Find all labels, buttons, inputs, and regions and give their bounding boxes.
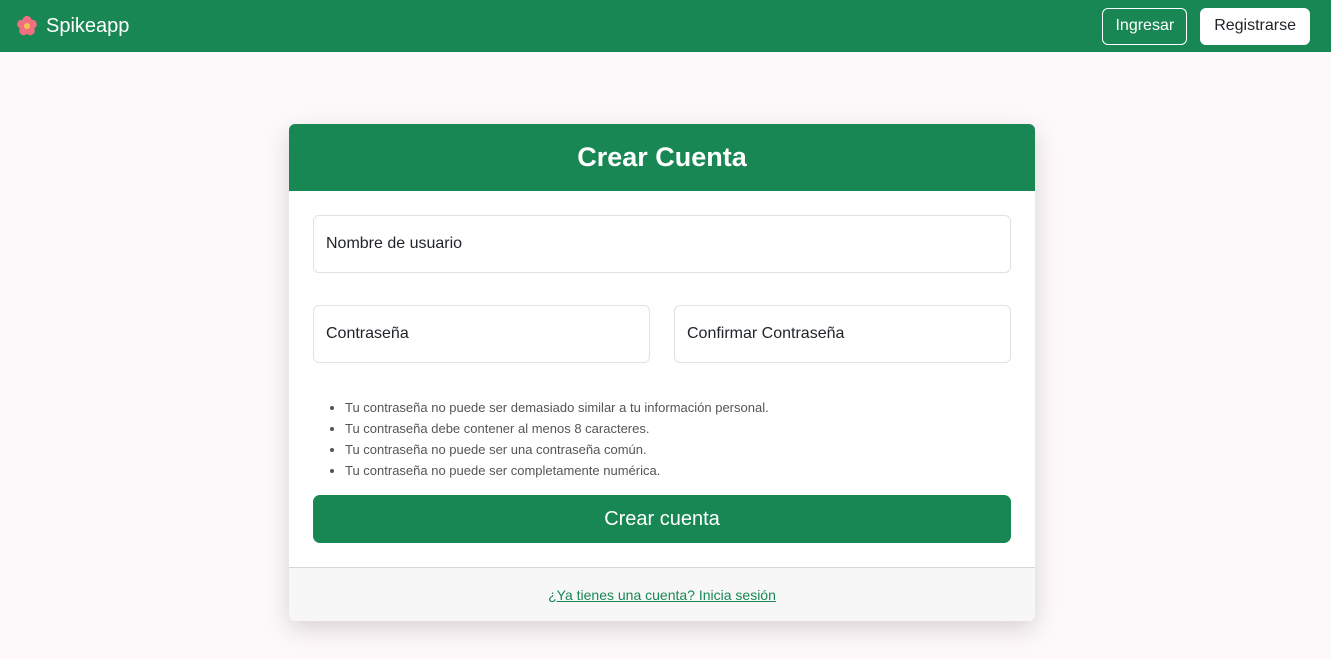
- password-hint: Tu contraseña no puede ser una contraseñ…: [345, 439, 769, 460]
- confirm-password-field-wrapper: [674, 305, 1011, 363]
- navbar: Spikeapp Ingresar Registrarse: [0, 0, 1331, 52]
- register-button[interactable]: Registrarse: [1200, 7, 1310, 45]
- username-field-wrapper: [313, 215, 1011, 273]
- flower-icon: [16, 15, 38, 37]
- card-header: Crear Cuenta: [289, 124, 1035, 191]
- password-field-wrapper: [313, 305, 650, 363]
- password-hint: Tu contraseña no puede ser demasiado sim…: [345, 397, 769, 418]
- nav-actions: Ingresar Registrarse: [1102, 7, 1310, 45]
- username-input[interactable]: [326, 216, 1010, 272]
- create-account-button[interactable]: Crear cuenta: [313, 495, 1011, 543]
- confirm-password-input[interactable]: [687, 306, 1010, 362]
- password-input[interactable]: [326, 306, 649, 362]
- password-hint: Tu contraseña no puede ser completamente…: [345, 460, 769, 481]
- card-body: Tu contraseña no puede ser demasiado sim…: [289, 191, 1035, 567]
- brand-link[interactable]: Spikeapp: [16, 15, 129, 38]
- brand-name: Spikeapp: [46, 14, 130, 37]
- login-button[interactable]: Ingresar: [1102, 7, 1188, 45]
- card-footer: ¿Ya tienes una cuenta? Inicia sesión: [289, 567, 1035, 621]
- password-hints: Tu contraseña no puede ser demasiado sim…: [345, 397, 769, 481]
- login-link[interactable]: ¿Ya tienes una cuenta? Inicia sesión: [548, 587, 776, 603]
- signup-card: Crear Cuenta Tu contraseña no puede ser …: [289, 124, 1035, 621]
- password-hint: Tu contraseña debe contener al menos 8 c…: [345, 418, 769, 439]
- page-title: Crear Cuenta: [577, 142, 747, 172]
